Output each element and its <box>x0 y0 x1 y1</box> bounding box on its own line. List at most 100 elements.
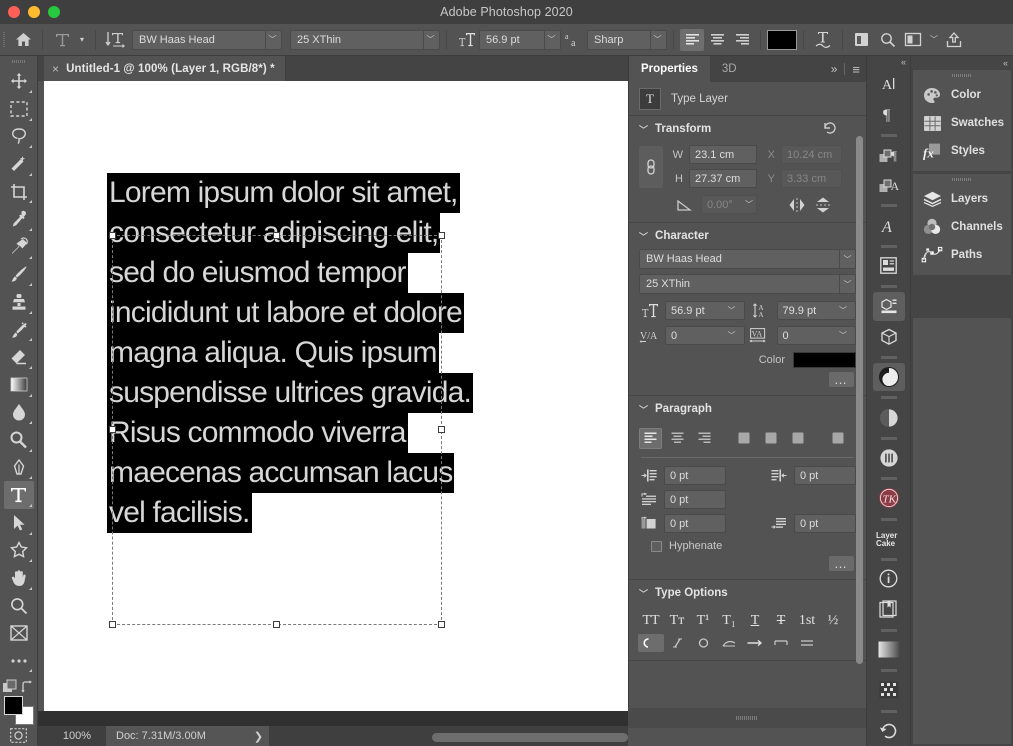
camera-raw-filter-icon[interactable] <box>873 363 905 392</box>
rail-group-grip[interactable] <box>867 352 910 362</box>
chevron-down-icon[interactable]: ﹀ <box>742 196 756 214</box>
character-font-family-select[interactable]: BW Haas Head ﹀ <box>639 249 856 269</box>
layer-cake-panel-icon[interactable]: LayerCake <box>873 524 905 553</box>
rail-group-grip[interactable] <box>867 392 910 402</box>
options-bar-grip[interactable] <box>0 24 10 56</box>
rail-group-grip[interactable] <box>867 625 910 635</box>
strikethrough-alt-button[interactable] <box>794 634 820 652</box>
properties-scrollbar-thumb[interactable] <box>856 136 863 664</box>
chevron-down-icon[interactable]: ﹀ <box>836 327 850 345</box>
character-font-style-select[interactable]: 25 XThin ﹀ <box>639 274 856 294</box>
indent-left-input[interactable]: 0 pt <box>664 466 726 485</box>
paragraph-styles-icon[interactable]: ¶ <box>873 140 905 169</box>
rail-group-grip[interactable] <box>867 241 910 251</box>
eyedropper-tool[interactable] <box>4 205 34 233</box>
chevron-down-icon[interactable]: ﹀ <box>639 587 648 600</box>
type-tool-icon[interactable] <box>49 27 75 53</box>
color-swatches[interactable] <box>4 696 34 725</box>
dock-item-styles[interactable]: fx Styles <box>913 137 1011 165</box>
hyphenate-row[interactable]: Hyphenate <box>629 538 866 552</box>
object-selection-tool[interactable] <box>4 150 34 178</box>
share-icon[interactable] <box>941 27 967 53</box>
chevron-down-icon[interactable]: ﹀ <box>927 31 941 49</box>
close-window-button[interactable] <box>8 6 20 18</box>
toggle-panels-icon[interactable] <box>849 27 875 53</box>
canvas[interactable]: Lorem ipsum dolor sit amet, consectetur … <box>44 81 634 711</box>
pen-tool[interactable] <box>4 454 34 482</box>
paragraph-panel-icon[interactable]: ¶ <box>873 100 905 129</box>
chevron-down-icon[interactable]: ﹀ <box>639 403 648 416</box>
flip-vertical-icon[interactable] <box>813 196 833 214</box>
chevron-down-icon[interactable]: ﹀ <box>839 275 855 293</box>
ellipsis-icon[interactable]: … <box>829 556 854 571</box>
chevron-down-icon[interactable]: ﹀ <box>725 302 739 320</box>
link-dimensions-icon[interactable] <box>639 146 663 188</box>
font-size-input[interactable]: 56.9 pt ﹀ <box>479 30 561 50</box>
window-controls[interactable] <box>8 0 60 24</box>
dock-item-channels[interactable]: Channels <box>913 213 1011 241</box>
info-panel-icon[interactable] <box>873 565 905 594</box>
indent-first-line-input[interactable]: 0 pt <box>664 490 726 509</box>
ellipsis-icon[interactable]: … <box>829 372 854 387</box>
notes-panel-icon[interactable] <box>873 595 905 624</box>
blur-tool[interactable] <box>4 399 34 427</box>
rail-group-grip[interactable] <box>867 281 910 291</box>
dock-item-color[interactable]: Color <box>913 81 1011 109</box>
height-input[interactable]: 27.37 cm <box>689 169 757 188</box>
indent-right-input[interactable]: 0 pt <box>794 466 856 485</box>
dock-group-grip[interactable] <box>913 174 1011 185</box>
arrange-documents-icon[interactable] <box>901 27 927 53</box>
leading-input[interactable]: 79.9 pt ﹀ <box>777 301 857 320</box>
collapse-rail-icon[interactable]: « <box>867 56 910 68</box>
dock-item-paths[interactable]: Paths <box>913 241 1011 269</box>
dock-item-swatches[interactable]: Swatches <box>913 109 1011 137</box>
rotation-angle-input[interactable]: 0.00° ﹀ <box>701 195 757 214</box>
brush-tool[interactable] <box>4 261 34 289</box>
strikethrough-button[interactable]: T <box>768 610 794 632</box>
para-align-center-button[interactable] <box>666 428 689 449</box>
kerning-input[interactable]: 0 ﹀ <box>665 326 745 345</box>
glyphs-panel-icon[interactable]: A <box>873 211 905 240</box>
width-input[interactable]: 23.1 cm <box>689 145 757 164</box>
rail-group-grip[interactable] <box>867 200 910 210</box>
maximize-window-button[interactable] <box>48 6 60 18</box>
x-input[interactable]: 10.24 cm <box>781 145 842 164</box>
rail-group-grip[interactable] <box>867 433 910 443</box>
frame-tool[interactable] <box>4 619 34 647</box>
history-brush-tool[interactable] <box>4 316 34 344</box>
patterns-panel-icon[interactable] <box>873 676 905 705</box>
dodge-tool[interactable] <box>4 426 34 454</box>
home-icon[interactable] <box>10 27 36 53</box>
fractions-button[interactable]: ½ <box>820 610 846 632</box>
edit-toolbar-button[interactable] <box>4 647 34 675</box>
type-options-section-header[interactable]: ﹀ Type Options <box>629 580 866 606</box>
swap-colors-icon[interactable] <box>21 680 35 694</box>
para-align-right-button[interactable] <box>693 428 716 449</box>
justify-all-button[interactable] <box>827 428 850 449</box>
resize-handle-bottom-right[interactable] <box>438 621 445 628</box>
chevron-down-icon[interactable]: ﹀ <box>836 302 850 320</box>
arrow-right-button[interactable] <box>742 634 768 652</box>
clone-stamp-tool[interactable] <box>4 288 34 316</box>
subscript-button[interactable]: T₁ <box>716 610 742 632</box>
para-align-left-button[interactable] <box>639 428 662 449</box>
panel-menu-icon[interactable]: ≡ <box>852 62 860 77</box>
rectangular-marquee-tool[interactable] <box>4 95 34 123</box>
tracking-input[interactable]: 0 ﹀ <box>777 326 857 345</box>
toggle-text-orientation-icon[interactable] <box>102 27 128 53</box>
font-family-select[interactable]: BW Haas Head ﹀ <box>132 30 282 50</box>
properties-panel-footer[interactable] <box>628 708 866 728</box>
toolbar-grip[interactable] <box>0 56 37 67</box>
horizontal-type-tool[interactable] <box>4 481 34 509</box>
reset-icon[interactable] <box>823 121 838 137</box>
3d-object-icon[interactable] <box>873 323 905 352</box>
all-caps-alt-button[interactable] <box>690 634 716 652</box>
minimize-window-button[interactable] <box>28 6 40 18</box>
resize-handle-bottom-left[interactable] <box>109 621 116 628</box>
faux-bold-button[interactable] <box>638 634 664 652</box>
histogram-panel-icon[interactable] <box>873 444 905 473</box>
rail-group-grip[interactable] <box>867 706 910 716</box>
justify-last-left-button[interactable] <box>733 428 756 449</box>
rail-group-grip[interactable] <box>867 514 910 524</box>
ordinals-button[interactable]: 1st <box>794 610 820 632</box>
